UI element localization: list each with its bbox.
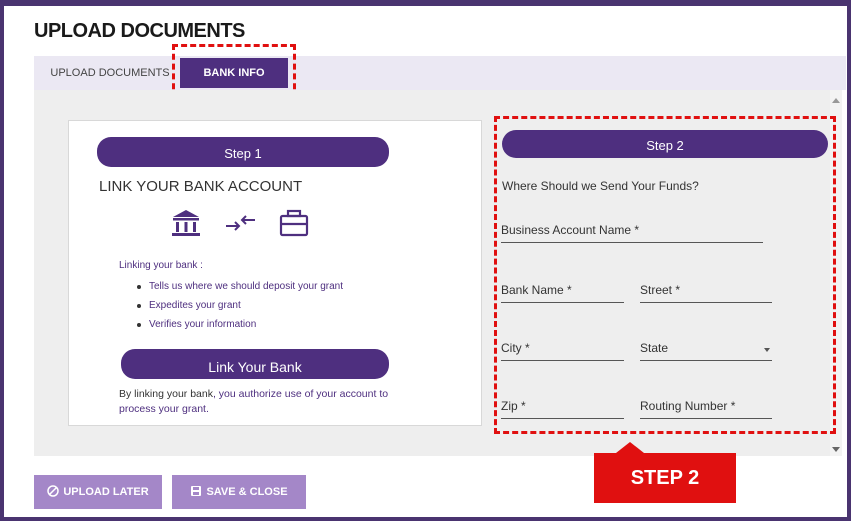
upload-later-label: UPLOAD LATER <box>63 486 149 498</box>
list-item: Verifies your information <box>135 315 343 334</box>
transfer-arrows-icon <box>226 215 255 231</box>
upload-later-button[interactable]: UPLOAD LATER <box>34 475 162 509</box>
list-item: Expedites your grant <box>135 296 343 315</box>
tab-bar: UPLOAD DOCUMENTS BANK INFO <box>34 56 846 90</box>
icon-row <box>172 209 309 237</box>
step1-pill: Step 1 <box>97 137 389 167</box>
page-title: UPLOAD DOCUMENTS <box>34 20 245 42</box>
callout-arrow <box>616 442 644 453</box>
step2-highlight-annotation <box>494 116 836 434</box>
linking-bank-label: Linking your bank : <box>119 260 203 271</box>
scroll-down-icon[interactable] <box>832 447 840 452</box>
scroll-up-icon[interactable] <box>832 98 840 103</box>
link-your-bank-button[interactable]: Link Your Bank <box>121 349 389 379</box>
save-close-label: SAVE & CLOSE <box>206 486 288 498</box>
list-item: Tells us where we should deposit your gr… <box>135 277 343 296</box>
authorize-text: By linking your bank, you authorize use … <box>119 387 419 417</box>
briefcase-icon <box>279 209 309 237</box>
tab-upload-documents[interactable]: UPLOAD DOCUMENTS <box>44 56 176 90</box>
link-bank-heading: LINK YOUR BANK ACCOUNT <box>99 178 303 195</box>
authorize-prefix: By linking your bank <box>119 388 213 400</box>
benefits-list: Tells us where we should deposit your gr… <box>135 277 343 334</box>
step1-card: Step 1 LINK YOUR BANK ACCOUNT Linking yo… <box>68 120 482 426</box>
bank-icon <box>172 210 200 236</box>
save-icon <box>191 486 202 497</box>
step2-callout-label: STEP 2 <box>630 467 700 489</box>
cancel-circle-icon <box>47 485 60 497</box>
save-close-button[interactable]: SAVE & CLOSE <box>172 475 306 509</box>
